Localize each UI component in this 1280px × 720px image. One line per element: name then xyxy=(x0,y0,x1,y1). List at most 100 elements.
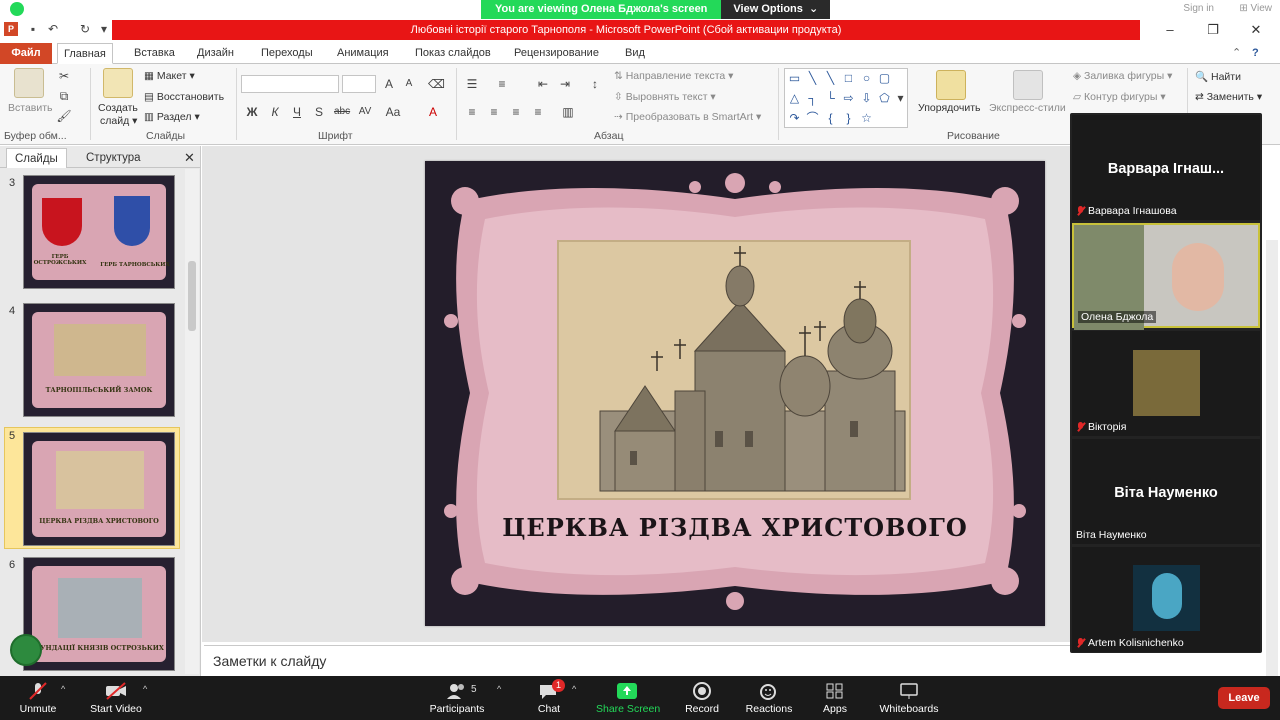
elbow-shape-icon[interactable]: ┐ xyxy=(805,91,820,106)
quick-styles-button[interactable]: Экспресс-стили xyxy=(989,102,1066,114)
justify-icon[interactable]: ≡ xyxy=(530,104,546,120)
decrease-indent-icon[interactable]: ⇤ xyxy=(535,76,551,92)
chat-options-caret[interactable]: ^ xyxy=(572,684,576,694)
share-screen-button[interactable]: Share Screen xyxy=(596,676,660,720)
new-slide-button-line2[interactable]: слайд ▾ xyxy=(100,115,137,127)
participant-tile[interactable]: Artem Kolisnichenko xyxy=(1072,547,1260,652)
tab-slides[interactable]: Слайды xyxy=(6,148,67,168)
notes-pane[interactable]: Заметки к слайду xyxy=(204,645,1070,677)
participants-options-caret[interactable]: ^ xyxy=(497,684,501,694)
layout-button[interactable]: ▦ Макет ▾ xyxy=(144,70,195,82)
line-spacing-icon[interactable]: ↕ xyxy=(587,76,603,92)
right-arrow-shape-icon[interactable]: ⇨ xyxy=(841,91,856,106)
arrange-icon[interactable] xyxy=(936,70,966,100)
align-text-button[interactable]: ⇳ Выровнять текст ▾ xyxy=(614,91,716,103)
save-icon[interactable]: ▪ xyxy=(26,22,40,36)
align-center-icon[interactable]: ≡ xyxy=(486,104,502,120)
video-options-caret[interactable]: ^ xyxy=(143,684,147,694)
participant-tile[interactable]: Варвара Ігнаш... Варвара Ігнашова xyxy=(1072,115,1260,220)
tab-insert[interactable]: Вставка xyxy=(128,43,181,64)
arrange-button[interactable]: Упорядочить xyxy=(918,102,980,114)
down-arrow-shape-icon[interactable]: ⇩ xyxy=(859,91,874,106)
sign-in-link[interactable]: Sign in xyxy=(1183,3,1214,14)
participant-tile[interactable]: Вікторія xyxy=(1072,331,1260,436)
rect-shape-icon[interactable]: □ xyxy=(841,71,856,86)
star-shape-icon[interactable]: ☆ xyxy=(859,111,874,126)
change-case-icon[interactable]: Aa xyxy=(385,104,401,120)
brace-right-shape-icon[interactable]: } xyxy=(841,111,856,126)
char-spacing-icon[interactable]: AV xyxy=(357,104,373,120)
slides-pane-scrollbar[interactable] xyxy=(185,169,199,674)
underline-icon[interactable]: Ч xyxy=(289,104,305,120)
tab-design[interactable]: Дизайн xyxy=(191,43,240,64)
participants-button[interactable]: Participants xyxy=(428,676,486,720)
leave-meeting-button[interactable]: Leave xyxy=(1218,687,1270,709)
slide-thumbnail-3[interactable]: 3 ГЕРБ ОСТРОЖСЬКИХ ГЕРБ ТАРНОВСЬКИХ xyxy=(0,175,185,297)
oval-shape-icon[interactable]: ○ xyxy=(859,71,874,86)
close-icon[interactable]: ✕ xyxy=(1236,21,1276,39)
smartart-button[interactable]: ⇢ Преобразовать в SmartArt ▾ xyxy=(614,111,761,123)
cut-icon[interactable]: ✂ xyxy=(56,68,72,84)
tab-slideshow[interactable]: Показ слайдов xyxy=(409,43,497,64)
paste-icon[interactable] xyxy=(14,68,44,98)
tab-view[interactable]: Вид xyxy=(619,43,651,64)
font-color-icon[interactable]: A xyxy=(425,104,441,120)
new-slide-button-line1[interactable]: Создать xyxy=(98,102,138,114)
notes-placeholder[interactable]: Заметки к слайду xyxy=(213,653,326,669)
font-size-combo[interactable] xyxy=(342,75,376,93)
close-pane-icon[interactable]: ✕ xyxy=(176,148,203,168)
rounded-rect-shape-icon[interactable]: ▢ xyxy=(877,71,892,86)
right-scrollbar[interactable] xyxy=(1266,240,1278,680)
replace-button[interactable]: ⇄ Заменить ▾ xyxy=(1195,91,1262,103)
current-slide[interactable]: ЦЕРКВА РІЗДВА ХРИСТОВОГО xyxy=(425,161,1045,626)
annotate-pen-button[interactable] xyxy=(10,634,42,666)
brace-left-shape-icon[interactable]: { xyxy=(823,111,838,126)
elbow2-shape-icon[interactable]: └ xyxy=(823,91,838,106)
tab-transitions[interactable]: Переходы xyxy=(255,43,319,64)
new-slide-icon[interactable] xyxy=(103,68,133,98)
undo-icon[interactable]: ↶ xyxy=(46,22,60,36)
slide-thumbnail-5[interactable]: 5 ЦЕРКВА РІЗДВА ХРИСТОВОГО xyxy=(4,427,180,549)
shrink-font-icon[interactable]: A xyxy=(401,76,417,92)
shape-outline-button[interactable]: ▱ Контур фигуры ▾ xyxy=(1073,91,1166,103)
redo-icon[interactable]: ↻ xyxy=(78,22,92,36)
tab-file[interactable]: Файл xyxy=(0,43,52,64)
participant-tile-active[interactable]: Олена Бджола xyxy=(1072,223,1260,330)
grow-font-icon[interactable]: A xyxy=(381,76,397,92)
line2-shape-icon[interactable]: ╲ xyxy=(823,71,838,86)
strikethrough-icon[interactable]: abc xyxy=(334,104,350,120)
shape-fill-button[interactable]: ◈ Заливка фигуры ▾ xyxy=(1073,70,1172,82)
restore-icon[interactable]: ❐ xyxy=(1193,21,1233,39)
text-direction-button[interactable]: ⇅ Направление текста ▾ xyxy=(614,70,733,82)
numbering-icon[interactable]: ≡ xyxy=(494,76,510,92)
arc-shape-icon[interactable]: ⌒ xyxy=(805,111,820,126)
align-right-icon[interactable]: ≡ xyxy=(508,104,524,120)
slide-thumbnail-4[interactable]: 4 ТАРНОПІЛЬСЬКИЙ ЗАМОК xyxy=(0,303,185,425)
quick-styles-icon[interactable] xyxy=(1013,70,1043,100)
whiteboards-button[interactable]: Whiteboards xyxy=(878,676,940,720)
start-video-button[interactable]: Start Video xyxy=(88,676,144,720)
find-button[interactable]: 🔍 Найти xyxy=(1195,70,1241,83)
unmute-button[interactable]: Unmute xyxy=(14,676,62,720)
format-painter-icon[interactable]: 🖌 xyxy=(56,108,72,124)
paste-button[interactable]: Вставить xyxy=(8,102,53,114)
slide-title[interactable]: ЦЕРКВА РІЗДВА ХРИСТОВОГО xyxy=(425,513,1045,542)
help-icon[interactable]: ? xyxy=(1246,43,1265,64)
tab-review[interactable]: Рецензирование xyxy=(508,43,605,64)
font-name-combo[interactable] xyxy=(241,75,339,93)
bullets-icon[interactable]: ☰ xyxy=(464,76,480,92)
shadow-icon[interactable]: S xyxy=(311,104,327,120)
copy-icon[interactable]: ⧉ xyxy=(56,88,72,104)
record-button[interactable]: Record xyxy=(684,676,720,720)
view-menu-button[interactable]: ⊞ View xyxy=(1239,3,1272,14)
clear-formatting-icon[interactable]: ⌫ xyxy=(428,76,445,92)
italic-icon[interactable]: К xyxy=(267,104,283,120)
tab-home[interactable]: Главная xyxy=(57,43,113,64)
participant-tile[interactable]: Віта Науменко Віта Науменко xyxy=(1072,439,1260,544)
view-options-button[interactable]: View Options ⌄ xyxy=(721,0,831,19)
reset-button[interactable]: ▤ Восстановить xyxy=(144,91,224,103)
tab-outline[interactable]: Структура xyxy=(78,148,149,168)
customize-toolbar-icon[interactable]: ▾ xyxy=(97,22,111,36)
increase-indent-icon[interactable]: ⇥ xyxy=(557,76,573,92)
triangle-shape-icon[interactable]: △ xyxy=(787,91,802,106)
